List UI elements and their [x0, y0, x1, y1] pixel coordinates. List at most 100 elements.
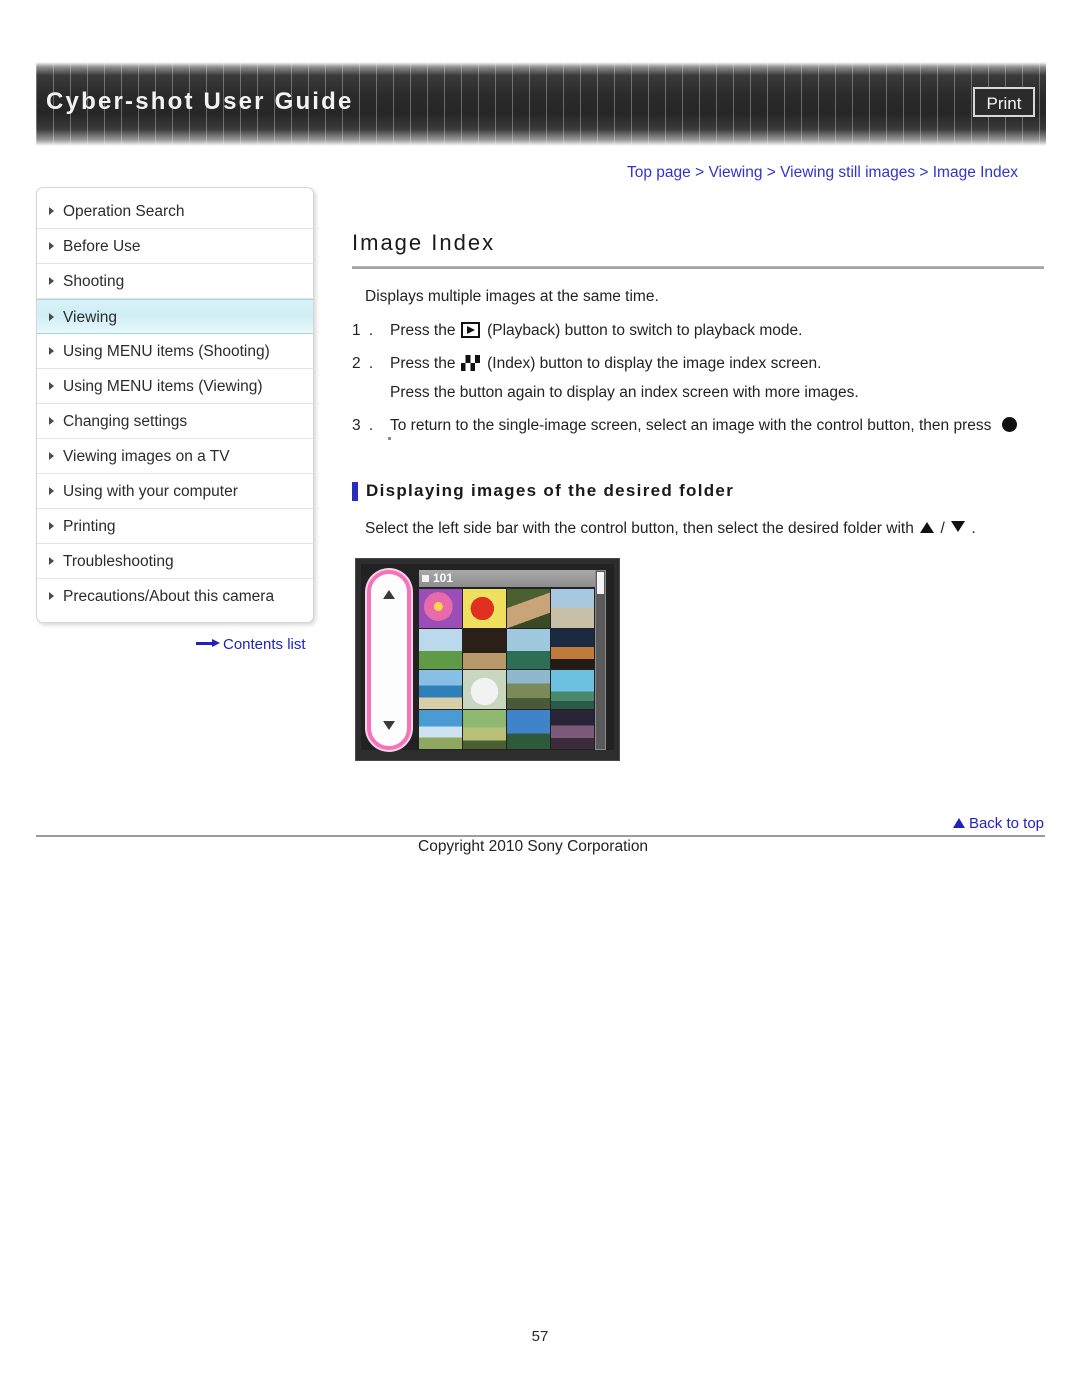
- thumbnail: [419, 629, 462, 669]
- camera-folder-label: 101: [433, 571, 454, 585]
- thumbnail: [463, 669, 506, 709]
- thumbnail: [551, 589, 594, 629]
- sidebar-item-label: Before Use: [63, 238, 141, 255]
- sidebar-item-label: Operation Search: [63, 203, 185, 220]
- thumbnail: [463, 709, 506, 749]
- bullet-arrow-icon: [49, 417, 54, 425]
- sidebar-nav: Operation Search Before Use Shooting Vie…: [36, 187, 314, 623]
- bullet-arrow-icon: [49, 347, 54, 355]
- filled-circle-icon: [1001, 417, 1017, 432]
- sidebar-item-label: Using MENU items (Viewing): [63, 378, 263, 395]
- contents-list-link[interactable]: Contents list: [196, 636, 306, 653]
- steps-list: 1 . Press the (Playback) button to switc…: [352, 316, 1052, 444]
- camera-scrollbar-thumb[interactable]: [597, 572, 604, 594]
- bullet-arrow-icon: [49, 207, 54, 215]
- step-extra-line: Press the button again to display an ind…: [390, 384, 859, 401]
- sidebar-item-label: Shooting: [63, 273, 125, 290]
- sidebar-item-label: Using MENU items (Shooting): [63, 343, 270, 360]
- sidebar-item-using-menu-items-shooting[interactable]: Using MENU items (Shooting): [37, 334, 313, 369]
- step-item-1: 1 . Press the (Playback) button to switc…: [352, 316, 1052, 345]
- sidebar-item-viewing[interactable]: Viewing: [37, 299, 313, 334]
- bullet-arrow-icon: [49, 557, 54, 565]
- sidebar-item-before-use[interactable]: Before Use: [37, 229, 313, 264]
- title-divider: [352, 266, 1044, 269]
- thumbnail: [551, 709, 594, 749]
- thumbnail: [551, 629, 594, 669]
- sidebar-item-label: Changing settings: [63, 413, 188, 430]
- sidebar-item-precautions-about-this-camera[interactable]: Precautions/About this camera: [37, 579, 313, 614]
- document-page: Cyber-shot User Guide Print Top page > V…: [0, 0, 1080, 1397]
- index-icon: [460, 355, 480, 371]
- footer-divider: [36, 835, 1045, 837]
- sidebar-item-troubleshooting[interactable]: Troubleshooting: [37, 544, 313, 579]
- sidebar-scroll-up-icon: [383, 590, 395, 599]
- thumbnail: [551, 669, 594, 709]
- sidebar-item-label: Viewing: [63, 309, 118, 326]
- step-text-before: Press the: [390, 355, 456, 372]
- subsection-heading: Displaying images of the desired folder: [352, 481, 734, 501]
- site-header: Cyber-shot User Guide Print: [36, 62, 1046, 146]
- page-title: Image Index: [352, 230, 496, 255]
- bullet-arrow-icon: [49, 487, 54, 495]
- triangle-up-icon: [920, 522, 935, 533]
- thumbnail: [507, 589, 550, 629]
- bullet-arrow-icon: [49, 382, 54, 390]
- sidebar-item-changing-settings[interactable]: Changing settings: [37, 404, 313, 439]
- back-to-top-link[interactable]: Back to top: [952, 815, 1044, 832]
- subsection-separator: /: [940, 520, 945, 537]
- subsection-text-before: Select the left side bar with the contro…: [365, 520, 914, 537]
- sidebar-item-label: Troubleshooting: [63, 553, 174, 570]
- print-button[interactable]: Print: [973, 87, 1035, 117]
- sidebar-scroll-down-icon: [383, 721, 395, 730]
- sidebar-item-label: Precautions/About this camera: [63, 588, 275, 605]
- sidebar-item-operation-search[interactable]: Operation Search: [37, 194, 313, 229]
- arrow-right-icon: [196, 639, 220, 648]
- contents-list-label: Contents list: [223, 636, 306, 653]
- trailing-period: [388, 437, 391, 440]
- thumbnail: [507, 629, 550, 669]
- thumbnail: [463, 589, 506, 629]
- copyright-text: Copyright 2010 Sony Corporation: [418, 838, 649, 855]
- back-to-top-label: Back to top: [968, 815, 1044, 832]
- camera-thumbnail-grid: [419, 589, 594, 749]
- page-number: 57: [531, 1328, 549, 1345]
- bullet-arrow-icon: [49, 242, 54, 250]
- step-item-3: 3 . To return to the single-image screen…: [352, 411, 1052, 440]
- bullet-arrow-icon: [49, 592, 54, 600]
- subsection-text-after: .: [971, 520, 976, 537]
- sidebar-item-printing[interactable]: Printing: [37, 509, 313, 544]
- bullet-arrow-icon: [49, 452, 54, 460]
- thumbnail: [419, 669, 462, 709]
- thumbnail: [507, 709, 550, 749]
- camera-index-screen-illustration: 101: [355, 558, 620, 761]
- camera-folder-bar: 101: [419, 570, 602, 587]
- playback-icon: [460, 322, 480, 338]
- bullet-arrow-icon: [49, 522, 54, 530]
- step-number: 2 .: [352, 355, 376, 372]
- step-number: 1 .: [352, 322, 376, 339]
- thumbnail: [463, 629, 506, 669]
- camera-folder-sidebar-highlight: [367, 570, 411, 750]
- camera-folder-sidebar: [375, 578, 403, 742]
- triangle-down-icon: [951, 521, 966, 532]
- step-text-before: To return to the single-image screen, se…: [390, 417, 992, 434]
- intro-paragraph: Displays multiple images at the same tim…: [365, 288, 659, 305]
- triangle-up-icon: [952, 818, 965, 828]
- subsection-paragraph: Select the left side bar with the contro…: [365, 520, 976, 538]
- sidebar-item-label: Printing: [63, 518, 116, 535]
- sidebar-item-label: Using with your computer: [63, 483, 238, 500]
- camera-scrollbar-track[interactable]: [595, 570, 606, 750]
- site-title: Cyber-shot User Guide: [46, 88, 354, 115]
- breadcrumb[interactable]: Top page > Viewing > Viewing still image…: [627, 164, 1018, 182]
- camera-screen-body: 101: [361, 564, 614, 750]
- sidebar-item-label: Viewing images on a TV: [63, 448, 230, 465]
- bullet-arrow-icon: [49, 277, 54, 285]
- sidebar-item-using-with-your-computer[interactable]: Using with your computer: [37, 474, 313, 509]
- sidebar-item-shooting[interactable]: Shooting: [37, 264, 313, 299]
- step-text-after: (Playback) button to switch to playback …: [487, 322, 803, 339]
- sidebar-item-viewing-images-on-a-tv[interactable]: Viewing images on a TV: [37, 439, 313, 474]
- step-text-before: Press the: [390, 322, 456, 339]
- bullet-arrow-icon: [49, 313, 54, 321]
- sidebar-item-using-menu-items-viewing[interactable]: Using MENU items (Viewing): [37, 369, 313, 404]
- thumbnail: [419, 709, 462, 749]
